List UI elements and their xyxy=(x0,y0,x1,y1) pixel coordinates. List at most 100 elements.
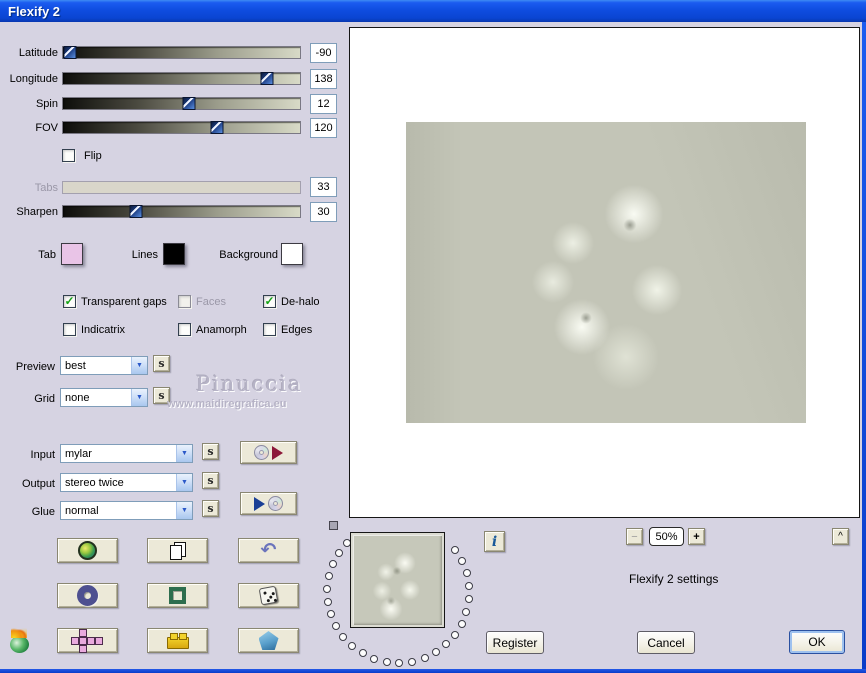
latitude-slider-track[interactable] xyxy=(62,46,301,59)
longitude-value-input[interactable] xyxy=(310,69,337,89)
ring-dot[interactable] xyxy=(326,610,335,619)
chevron-down-icon[interactable]: ▼ xyxy=(131,357,147,374)
globe-button[interactable] xyxy=(57,538,118,563)
sharpen-slider-track[interactable] xyxy=(62,205,301,218)
edges-checkbox[interactable] xyxy=(263,323,276,336)
input-shuffle-button[interactable]: s xyxy=(202,443,219,460)
undo-arrow-icon: ↶ xyxy=(260,539,277,561)
ring-dot[interactable] xyxy=(450,630,459,639)
ring-dot[interactable] xyxy=(370,654,379,663)
chevron-down-icon[interactable]: ▼ xyxy=(176,502,192,519)
undo-button[interactable]: ↶ xyxy=(238,538,299,563)
preview-shuffle-button[interactable]: s xyxy=(153,355,170,372)
spin-slider-track[interactable] xyxy=(62,97,301,110)
fov-slider-track[interactable] xyxy=(62,121,301,134)
glue-dropdown[interactable]: normal ▼ xyxy=(60,501,193,520)
de-halo-checkbox[interactable]: ✓ xyxy=(263,295,276,308)
spin-value-input[interactable] xyxy=(310,94,337,114)
copy-button[interactable] xyxy=(147,538,208,563)
ring-dot[interactable] xyxy=(458,557,467,566)
ring-dot[interactable] xyxy=(358,649,367,658)
ring-dot[interactable] xyxy=(395,658,404,667)
flip-checkbox[interactable] xyxy=(62,149,75,162)
chevron-down-icon[interactable]: ▼ xyxy=(131,389,147,406)
torus-button[interactable] xyxy=(57,583,118,608)
ring-dot[interactable] xyxy=(457,619,466,628)
fov-label: FOV xyxy=(35,122,58,134)
status-text: Flexify 2 settings xyxy=(629,572,719,586)
load-settings-button[interactable] xyxy=(240,441,297,464)
sharpen-slider-thumb[interactable] xyxy=(129,205,143,218)
ring-dot[interactable] xyxy=(442,640,451,649)
input-dropdown[interactable]: mylar ▼ xyxy=(60,444,193,463)
brick-button[interactable] xyxy=(147,628,208,653)
anamorph-checkbox[interactable] xyxy=(178,323,191,336)
tab-color-swatch[interactable] xyxy=(61,243,83,265)
ring-dot[interactable] xyxy=(420,653,429,662)
ring-dot[interactable] xyxy=(462,607,471,616)
spin-label: Spin xyxy=(35,98,58,110)
faces-label: Faces xyxy=(196,296,226,308)
preview-dropdown[interactable]: best ▼ xyxy=(60,356,148,375)
rotation-handle[interactable] xyxy=(329,521,338,530)
spin-slider-thumb[interactable] xyxy=(182,97,196,110)
cd-icon xyxy=(254,445,269,460)
preview-canvas[interactable] xyxy=(349,27,860,518)
anamorph-label: Anamorph xyxy=(196,324,247,336)
ring-dot[interactable] xyxy=(451,546,460,555)
polyhedron-button[interactable] xyxy=(238,628,299,653)
ring-dot[interactable] xyxy=(328,560,337,569)
output-dropdown[interactable]: stereo twice ▼ xyxy=(60,473,193,492)
fov-value-input[interactable] xyxy=(310,118,337,138)
sharpen-value-input[interactable] xyxy=(310,202,337,222)
zoom-in-button[interactable]: + xyxy=(688,528,705,545)
tabs-slider-track xyxy=(62,181,301,194)
lines-color-label: Lines xyxy=(131,249,158,261)
glue-shuffle-button[interactable]: s xyxy=(202,500,219,517)
chevron-down-icon[interactable]: ▼ xyxy=(176,445,192,462)
tabs-value-input[interactable] xyxy=(310,177,337,197)
ring-dot[interactable] xyxy=(324,572,333,581)
ring-dot[interactable] xyxy=(331,622,340,631)
indicatrix-checkbox[interactable] xyxy=(63,323,76,336)
output-shuffle-button[interactable]: s xyxy=(202,472,219,489)
watermark-url: www.maidiregrafica.eu xyxy=(167,398,287,410)
fov-slider-thumb[interactable] xyxy=(210,121,224,134)
ring-dot[interactable] xyxy=(334,548,343,557)
dice-button[interactable] xyxy=(238,583,299,608)
ring-dot[interactable] xyxy=(338,632,347,641)
ring-dot[interactable] xyxy=(323,585,332,594)
zoom-out-button[interactable]: − xyxy=(626,528,643,545)
ring-dot[interactable] xyxy=(462,569,471,578)
ring-dot[interactable] xyxy=(347,642,356,651)
tab-color-label: Tab xyxy=(38,249,56,261)
unfolded-cube-button[interactable] xyxy=(57,628,118,653)
title-bar[interactable]: Flexify 2 xyxy=(0,0,866,22)
thumbnail-frame[interactable] xyxy=(350,532,445,628)
latitude-slider-thumb[interactable] xyxy=(63,46,77,59)
chevron-down-icon[interactable]: ▼ xyxy=(176,474,192,491)
ring-dot[interactable] xyxy=(408,657,417,666)
latitude-value-input[interactable] xyxy=(310,43,337,63)
lines-color-swatch[interactable] xyxy=(163,243,185,265)
register-button[interactable]: Register xyxy=(486,631,544,654)
background-color-swatch[interactable] xyxy=(281,243,303,265)
cancel-button[interactable]: Cancel xyxy=(637,631,695,654)
square-frame-button[interactable] xyxy=(147,583,208,608)
longitude-slider-track[interactable] xyxy=(62,72,301,85)
ring-dot[interactable] xyxy=(432,647,441,656)
ring-dot[interactable] xyxy=(323,597,332,606)
ring-dot[interactable] xyxy=(382,658,391,667)
ring-dot[interactable] xyxy=(464,594,473,603)
save-settings-button[interactable] xyxy=(240,492,297,515)
latitude-label: Latitude xyxy=(18,47,58,59)
ring-dot[interactable] xyxy=(464,582,473,591)
grid-label: Grid xyxy=(34,393,55,405)
longitude-slider-thumb[interactable] xyxy=(260,72,274,85)
grid-dropdown[interactable]: none ▼ xyxy=(60,388,148,407)
ok-button[interactable]: OK xyxy=(789,630,845,654)
collapse-button[interactable]: ^ xyxy=(832,528,849,545)
window-frame-right xyxy=(862,22,866,673)
info-button[interactable]: i xyxy=(484,531,505,552)
transparent-gaps-checkbox[interactable]: ✓ xyxy=(63,295,76,308)
